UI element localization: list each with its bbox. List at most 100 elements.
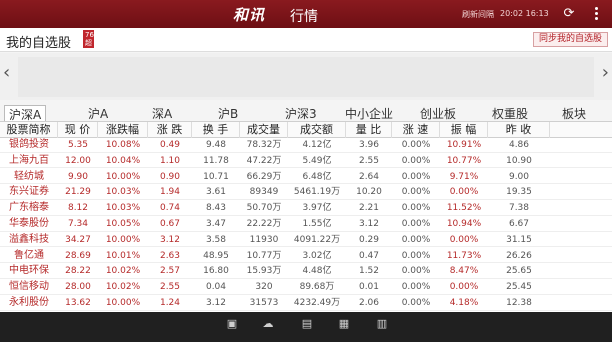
chevron-left-icon[interactable]: ‹	[3, 62, 10, 83]
column-header[interactable]: 现 价	[58, 122, 98, 138]
table-cell: 0.29	[358, 234, 380, 245]
table-cell: 2.57	[159, 266, 181, 277]
table-cell: 10.01%	[105, 250, 141, 261]
table-cell: 31.15	[506, 234, 532, 245]
table-row[interactable]: 恒信移动 28.00 10.02% 2.55 0.04 320 89.68万 0.01 0.00…	[0, 280, 612, 295]
table-cell: 2.06	[358, 298, 380, 308]
column-header[interactable]: 换 手	[192, 122, 240, 138]
table-cell: 0.00%	[449, 187, 479, 198]
table-cell: 1.52	[358, 266, 380, 277]
column-header[interactable]: 量 比	[346, 122, 392, 138]
watchlist-header: 我的自选股 76 超 同步我的自选股	[0, 28, 612, 52]
column-header[interactable]: 涨跌幅	[98, 122, 148, 138]
tab-6[interactable]: 创业板	[420, 105, 456, 121]
table-cell: 4091.22万	[293, 234, 341, 245]
market-icon[interactable]: ☁	[262, 317, 274, 331]
home-icon[interactable]: ▣	[226, 317, 238, 331]
table-cell: 0.00%	[401, 219, 431, 229]
table-cell: 0.67	[159, 219, 181, 229]
table-cell: 10.08%	[105, 140, 141, 150]
table-cell: 3.47	[205, 219, 227, 229]
stock-name: 银鸽投资	[9, 139, 49, 150]
table-header: 股票简称现 价涨跌幅涨 跌换 手成交量 成交额量 比涨 速振 幅昨 收	[0, 121, 612, 138]
table-cell: 4.12亿	[302, 140, 332, 150]
table-cell: 0.00%	[401, 298, 431, 308]
tab-0[interactable]: 沪深A	[4, 105, 47, 121]
stock-name: 东兴证券	[9, 186, 49, 198]
table-cell: 0.00%	[401, 234, 431, 245]
tab-4[interactable]: 沪深3	[285, 105, 317, 121]
tab-3[interactable]: 沪B	[218, 105, 238, 121]
more-vertical-icon[interactable]	[588, 5, 604, 23]
table-cell: 4.48亿	[302, 266, 332, 277]
table-cell: 34.27	[65, 234, 91, 245]
stock-name: 华泰股份	[9, 218, 49, 229]
table-row[interactable]: 轻纺城 9.90 10.00% 0.90 10.71 66.29万 6.48亿 2.64 0.0…	[0, 170, 612, 185]
table-cell: 0.90	[159, 171, 181, 182]
news-icon[interactable]: ▤	[301, 317, 313, 331]
user-icon[interactable]: ▥	[376, 317, 388, 331]
table-cell: 12.38	[506, 298, 532, 308]
table-cell: 10.03%	[105, 187, 141, 198]
table-cell: 22.22万	[246, 219, 282, 229]
table-cell: 13.62	[65, 298, 91, 308]
table-row[interactable]: 银鸽投资 5.35 10.08% 0.49 9.48 78.32万 4.12亿 3.96 0.0…	[0, 138, 612, 153]
table-row[interactable]: 华泰股份 7.34 10.05% 0.67 3.47 22.22万 1.55亿 3.12 0.0…	[0, 217, 612, 232]
column-header[interactable]: 成交量	[240, 122, 288, 138]
table-cell: 6.67	[508, 219, 530, 229]
table-cell: 2.55	[159, 282, 181, 293]
table-cell: 10.71	[203, 171, 229, 182]
chevron-right-icon[interactable]: ›	[602, 62, 609, 83]
trade-icon[interactable]: ▦	[338, 317, 350, 331]
refresh-icon[interactable]: ⟳	[561, 6, 577, 22]
stock-name: 轻纺城	[14, 170, 44, 182]
column-header[interactable]: 振 幅	[440, 122, 488, 138]
tab-1[interactable]: 沪A	[88, 105, 108, 121]
sync-watchlist-button[interactable]: 同步我的自选股	[532, 32, 608, 47]
table-cell: 10.02%	[105, 282, 141, 293]
table-cell: 10.77万	[246, 250, 282, 261]
table-cell: 0.00%	[401, 250, 431, 261]
table-row[interactable]: 永利股份 13.62 10.00% 1.24 3.12 31573 4232.49万 2.06…	[0, 296, 612, 311]
table-cell: 31573	[249, 298, 279, 308]
tab-2[interactable]: 深A	[152, 105, 172, 121]
table-cell: 3.12	[205, 298, 227, 308]
stock-name: 恒信移动	[9, 281, 49, 293]
banner-slide[interactable]	[18, 57, 594, 97]
banner-carousel[interactable]	[0, 53, 612, 100]
table-row[interactable]: 溢鑫科技 34.27 10.00% 3.12 3.58 11930 4091.22万 0.29…	[0, 233, 612, 248]
column-header[interactable]: 昨 收	[488, 122, 550, 138]
table-cell: 26.26	[506, 250, 532, 261]
table-cell: 7.34	[67, 219, 89, 229]
table-cell: 0.00%	[401, 171, 431, 182]
table-cell: 66.29万	[246, 171, 282, 182]
table-cell: 3.96	[358, 140, 380, 150]
tab-7[interactable]: 权重股	[492, 105, 528, 121]
table-cell: 10.77%	[446, 155, 482, 166]
table-row[interactable]: 中电环保 28.22 10.02% 2.57 16.80 15.93万 4.48亿 1.52 0…	[0, 264, 612, 279]
column-header[interactable]: 股票简称	[0, 122, 58, 138]
stock-name: 广东榕泰	[9, 202, 49, 214]
table-row[interactable]: 广东榕泰 8.12 10.03% 0.74 8.43 50.70万 3.97亿 2.21 0.0…	[0, 201, 612, 216]
page-title: 行情	[290, 9, 318, 25]
column-header[interactable]: 成交额	[288, 122, 346, 138]
table-cell: 10.91%	[446, 140, 482, 150]
column-header[interactable]: 涨 速	[392, 122, 440, 138]
column-header[interactable]: 涨 跌	[148, 122, 192, 138]
table-cell: 2.64	[358, 171, 380, 182]
table-cell: 9.00	[508, 171, 530, 182]
table-cell: 10.00%	[105, 171, 141, 182]
table-cell: 2.63	[159, 250, 181, 261]
table-row[interactable]: 东兴证券 21.29 10.03% 1.94 3.61 89349 5461.19万 10.2…	[0, 185, 612, 200]
table-row[interactable]: 上海九百 12.00 10.04% 1.10 11.78 47.22万 5.49亿 2.55 0…	[0, 154, 612, 169]
table-cell: 3.58	[205, 234, 227, 245]
stock-name: 鲁亿通	[14, 249, 44, 261]
table-cell: 19.35	[506, 187, 532, 198]
table-cell: 10.00%	[105, 298, 141, 308]
stock-name: 溢鑫科技	[9, 233, 49, 245]
table-row[interactable]: 鲁亿通 28.69 10.01% 2.63 48.95 10.77万 3.02亿 0.47 0.…	[0, 249, 612, 264]
tab-5[interactable]: 中小企业	[345, 105, 393, 121]
table-cell: 0.00%	[401, 282, 431, 293]
tab-8[interactable]: 板块	[562, 105, 586, 121]
table-cell: 10.90	[506, 155, 532, 166]
